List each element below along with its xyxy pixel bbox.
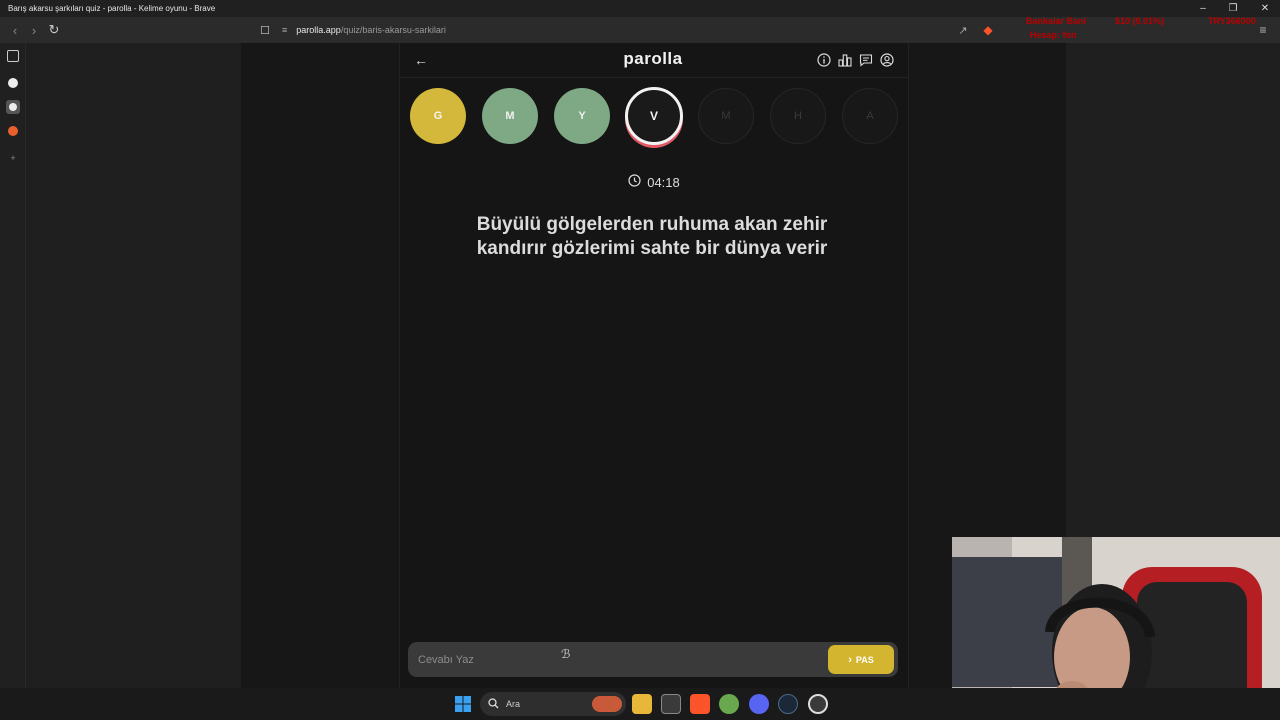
address-bar[interactable]: ≡ parolla.app/quiz/baris-akarsu-sarkilar…: [282, 21, 446, 39]
sidebar-panel-icon[interactable]: [7, 50, 19, 62]
forward-nav-icon[interactable]: ›: [25, 21, 43, 39]
minimize-button[interactable]: –: [1188, 0, 1218, 17]
timer: 04:18: [600, 174, 708, 190]
letter-bubble-v-active: V: [625, 87, 683, 145]
profile-icon[interactable]: [879, 52, 895, 68]
discord-icon[interactable]: [749, 694, 769, 714]
taskbar-search[interactable]: Ara: [480, 692, 626, 716]
page-gutter-left: [26, 43, 241, 688]
pass-button-label: PAS: [855, 654, 874, 665]
overlay-text-1c: TRY366000: [1208, 16, 1256, 26]
answer-bar: › PAS: [408, 642, 898, 677]
letter-bubble-g: G: [410, 88, 466, 144]
timer-value: 04:18: [647, 174, 680, 190]
store-icon[interactable]: [661, 694, 681, 714]
app-icon-record[interactable]: [808, 694, 828, 714]
sidebar-music-icon[interactable]: [6, 100, 20, 114]
reload-icon[interactable]: ↻: [45, 21, 63, 39]
steam-icon[interactable]: [778, 694, 798, 714]
question-line-1: Büyülü gölgelerden ruhuma akan zehir: [476, 214, 828, 235]
overlay-text-1b: $10 (0.01%): [1115, 16, 1165, 26]
letter-label: M: [721, 110, 731, 122]
app-icon-green[interactable]: [719, 694, 739, 714]
sidebar-brave-icon[interactable]: [6, 124, 20, 138]
letter-label: A: [866, 110, 874, 122]
app-logo[interactable]: parolla: [600, 49, 706, 69]
letter-label: G: [433, 110, 443, 122]
question-line-2: kandırır gözlerimi sahte bir dünya verir: [476, 238, 828, 259]
file-explorer-icon[interactable]: [632, 694, 652, 714]
back-arrow-icon[interactable]: ←: [412, 51, 430, 69]
letter-label: H: [794, 110, 802, 122]
sidebar-add-icon[interactable]: +: [6, 151, 20, 165]
url-domain: parolla.app: [296, 25, 341, 35]
letter-bubble-y: Y: [554, 88, 610, 144]
search-label: Ara: [506, 699, 521, 709]
share-icon[interactable]: ↗: [954, 21, 972, 39]
letter-label: V: [649, 109, 658, 123]
back-nav-icon[interactable]: ‹: [6, 21, 24, 39]
overlay-text-1: Bankalar Banl: [1026, 16, 1087, 26]
letter-bubble-m: M: [482, 88, 538, 144]
chevron-right-icon: ›: [848, 653, 852, 666]
overlay-text-2: Hesap: fon: [1030, 30, 1077, 40]
windows-start-icon[interactable]: [453, 694, 473, 714]
browser-sidebar: +: [0, 43, 26, 688]
site-info-icon[interactable]: ≡: [282, 25, 287, 35]
window-titlebar: Barış akarsu şarkıları quiz - parolla - …: [0, 0, 1280, 17]
letter-bubble-m2: M: [698, 88, 754, 144]
sidebar-app-icon[interactable]: [6, 76, 20, 90]
browser-toolbar: ‹ › ↻ ☐ ≡ parolla.app/quiz/baris-akarsu-…: [0, 17, 1280, 43]
pass-button[interactable]: › PAS: [828, 645, 894, 674]
letter-label: M: [505, 110, 515, 122]
search-icon: [488, 697, 499, 711]
letter-bubble-a: A: [842, 88, 898, 144]
url-path: /quiz/baris-akarsu-sarkilari: [340, 25, 446, 35]
letter-label: Y: [578, 110, 586, 122]
letter-bubble-h: H: [770, 88, 826, 144]
brave-shields-icon[interactable]: ◆: [979, 21, 997, 39]
restore-button[interactable]: ❐: [1218, 0, 1248, 17]
feedback-icon[interactable]: [858, 52, 874, 68]
taskbar: Ara: [0, 688, 1280, 720]
question-text: Büyülü gölgelerden ruhuma akan zehir kan…: [410, 213, 894, 261]
clock-icon: [628, 174, 641, 190]
window-title: Barış akarsu şarkıları quiz - parolla - …: [8, 4, 216, 13]
bookmark-icon[interactable]: ☐: [256, 21, 274, 39]
brave-browser-icon[interactable]: [690, 694, 710, 714]
header-divider: [400, 77, 908, 78]
answer-input[interactable]: [418, 650, 818, 670]
close-window-button[interactable]: ✕: [1250, 0, 1280, 17]
stats-icon[interactable]: [837, 52, 853, 68]
menu-icon[interactable]: ≡: [1254, 21, 1272, 39]
search-highlight-icon: [592, 696, 622, 712]
info-icon[interactable]: [816, 52, 832, 68]
text-cursor-icon: ℬ: [561, 647, 571, 661]
